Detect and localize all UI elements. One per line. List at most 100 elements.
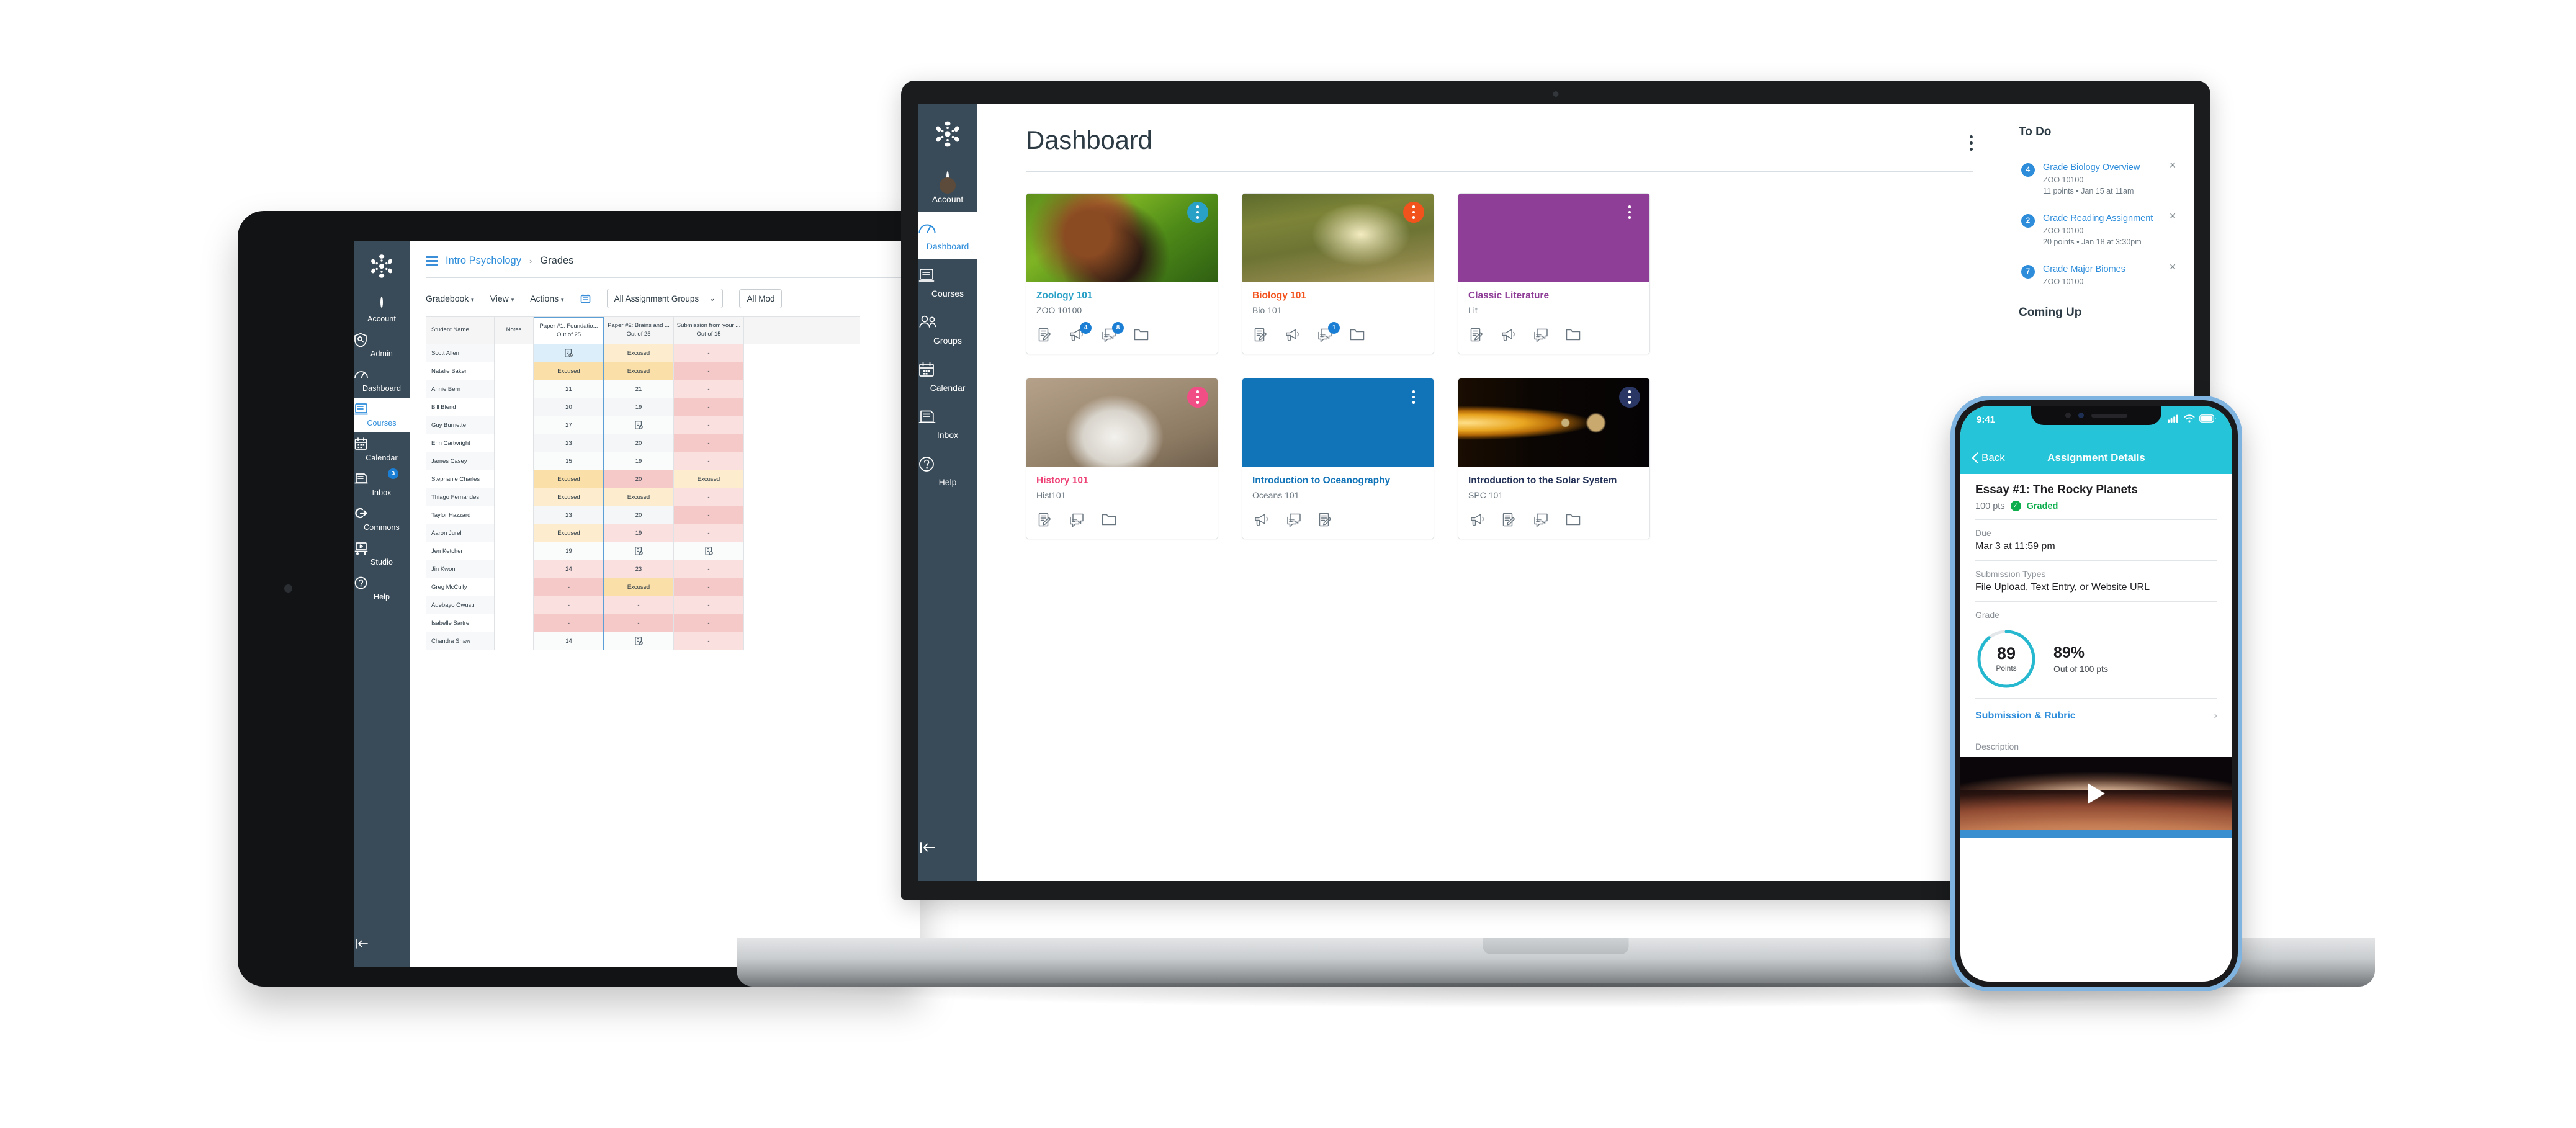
- grade-cell[interactable]: 14: [534, 631, 604, 650]
- megaphone-icon[interactable]: [1285, 328, 1301, 343]
- student-name-cell[interactable]: Stephanie Charles: [426, 469, 495, 488]
- course-card-options-icon[interactable]: [1187, 202, 1208, 223]
- student-name-cell[interactable]: Aaron Jurel: [426, 523, 495, 542]
- grade-cell[interactable]: [534, 343, 604, 362]
- sidebar-item-account[interactable]: Account: [354, 293, 410, 328]
- notes-cell[interactable]: [495, 433, 534, 452]
- sidebar-item-calendar[interactable]: Calendar: [354, 432, 410, 467]
- modules-filter[interactable]: All Mod: [739, 289, 783, 308]
- notes-cell[interactable]: [495, 379, 534, 398]
- notes-cell[interactable]: [495, 415, 534, 434]
- column-header-submission[interactable]: Submission from your ... Out of 15: [674, 317, 744, 344]
- student-name-cell[interactable]: Annie Bern: [426, 379, 495, 398]
- notes-cell[interactable]: [495, 451, 534, 470]
- course-card-title[interactable]: Introduction to Oceanography: [1252, 475, 1424, 486]
- course-card-title[interactable]: Introduction to the Solar System: [1468, 475, 1640, 486]
- grade-cell[interactable]: 19: [604, 523, 674, 542]
- grade-cell[interactable]: [674, 541, 744, 560]
- close-icon[interactable]: ✕: [2169, 262, 2176, 271]
- megaphone-icon[interactable]: 4: [1069, 322, 1092, 343]
- sidebar-item-courses[interactable]: Courses: [918, 259, 977, 307]
- grade-cell[interactable]: 21: [604, 379, 674, 398]
- grade-cell[interactable]: -: [674, 523, 744, 542]
- notes-cell[interactable]: [495, 631, 534, 650]
- course-card-options-icon[interactable]: [1619, 387, 1640, 408]
- assignment-icon[interactable]: [1038, 513, 1052, 528]
- student-name-cell[interactable]: Natalie Baker: [426, 361, 495, 380]
- student-name-cell[interactable]: Thiago Fernandes: [426, 487, 495, 506]
- grade-cell[interactable]: 23: [534, 433, 604, 452]
- grade-cell[interactable]: -: [674, 343, 744, 362]
- grade-cell[interactable]: 23: [534, 505, 604, 524]
- grade-cell[interactable]: 20: [604, 469, 674, 488]
- notes-cell[interactable]: [495, 595, 534, 614]
- submission-rubric-row[interactable]: Submission & Rubric ›: [1975, 707, 2217, 725]
- grade-cell[interactable]: -: [674, 433, 744, 452]
- grade-cell[interactable]: -: [534, 577, 604, 596]
- collapse-arrow-icon[interactable]: [354, 938, 410, 950]
- close-icon[interactable]: ✕: [2169, 212, 2176, 220]
- sidebar-item-help[interactable]: Help: [354, 571, 410, 606]
- student-name-cell[interactable]: Scott Allen: [426, 343, 495, 362]
- discussion-icon[interactable]: [1533, 513, 1549, 528]
- todo-item[interactable]: 4 Grade Biology Overview ZOO 10100 11 point…: [2019, 153, 2176, 204]
- grade-cell[interactable]: [604, 415, 674, 434]
- grade-cell[interactable]: 20: [604, 505, 674, 524]
- grade-cell[interactable]: -: [674, 631, 744, 650]
- assignment-icon[interactable]: [1470, 328, 1484, 343]
- student-name-cell[interactable]: Erin Cartwright: [426, 433, 495, 452]
- megaphone-icon[interactable]: [1501, 328, 1517, 343]
- course-card-options-icon[interactable]: [1619, 202, 1640, 223]
- todo-item[interactable]: 2 Grade Reading Assignment ZOO 10100 20 poi…: [2019, 204, 2176, 255]
- back-button[interactable]: Back: [1972, 452, 2005, 464]
- grade-cell[interactable]: 19: [604, 451, 674, 470]
- student-name-cell[interactable]: Greg McCully: [426, 577, 495, 596]
- sidebar-item-groups[interactable]: Groups: [918, 307, 977, 354]
- grade-cell[interactable]: -: [674, 613, 744, 632]
- grade-cell[interactable]: -: [674, 577, 744, 596]
- sidebar-item-courses[interactable]: Courses: [354, 398, 410, 432]
- grade-cell[interactable]: -: [674, 559, 744, 578]
- announcement-assignment-icon[interactable]: [1038, 328, 1052, 343]
- megaphone-icon[interactable]: [1470, 513, 1486, 528]
- notes-cell[interactable]: [495, 361, 534, 380]
- play-icon[interactable]: [2088, 783, 2105, 804]
- discussion-icon[interactable]: 1: [1317, 322, 1340, 343]
- files-icon[interactable]: [1133, 328, 1149, 343]
- grade-cell[interactable]: -: [674, 361, 744, 380]
- grade-cell[interactable]: 15: [534, 451, 604, 470]
- description-video-thumbnail[interactable]: [1960, 757, 2232, 830]
- sidebar-item-dashboard[interactable]: Dashboard: [918, 212, 977, 259]
- grade-cell[interactable]: 20: [604, 433, 674, 452]
- sidebar-item-calendar[interactable]: Calendar: [918, 354, 977, 401]
- course-card[interactable]: Zoology 101 ZOO 10100 4 8: [1026, 193, 1218, 354]
- discussion-icon[interactable]: 8: [1101, 322, 1124, 343]
- grade-cell[interactable]: -: [534, 595, 604, 614]
- grade-cell[interactable]: 21: [534, 379, 604, 398]
- grade-cell[interactable]: Excused: [674, 469, 744, 488]
- discussion-icon[interactable]: [1069, 513, 1085, 528]
- course-card-title[interactable]: Biology 101: [1252, 290, 1424, 302]
- todo-item[interactable]: 7 Grade Major Biomes ZOO 10100 ✕: [2019, 255, 2176, 295]
- grade-cell[interactable]: Excused: [534, 469, 604, 488]
- grade-cell[interactable]: 23: [604, 559, 674, 578]
- grade-cell[interactable]: [604, 541, 674, 560]
- grade-cell[interactable]: -: [674, 487, 744, 506]
- grade-cell[interactable]: Excused: [604, 577, 674, 596]
- notes-cell[interactable]: [495, 487, 534, 506]
- student-name-cell[interactable]: James Casey: [426, 451, 495, 470]
- assignment-icon[interactable]: [1502, 513, 1517, 528]
- files-icon[interactable]: [1565, 513, 1581, 528]
- actions-menu-button[interactable]: Actions ▾: [530, 293, 563, 303]
- course-card-options-icon[interactable]: [1187, 387, 1208, 408]
- course-card-title[interactable]: History 101: [1036, 475, 1208, 486]
- column-header-paper-1[interactable]: Paper #1: Foundatio... Out of 25: [534, 317, 604, 344]
- course-card[interactable]: Biology 101 Bio 101 1: [1242, 193, 1434, 354]
- student-name-cell[interactable]: Chandra Shaw: [426, 631, 495, 650]
- notes-cell[interactable]: [495, 613, 534, 632]
- todo-title[interactable]: Grade Biology Overview: [2043, 162, 2176, 173]
- grade-cell[interactable]: -: [674, 451, 744, 470]
- sidebar-item-account[interactable]: Account: [918, 165, 977, 212]
- export-icon[interactable]: [580, 293, 591, 304]
- student-name-cell[interactable]: Jen Ketcher: [426, 541, 495, 560]
